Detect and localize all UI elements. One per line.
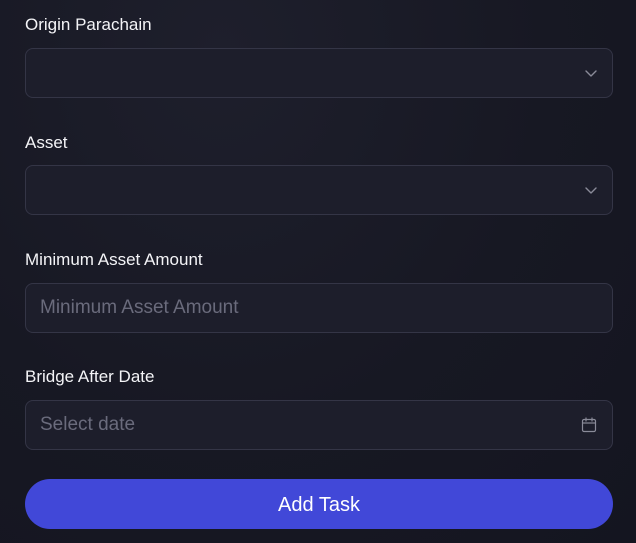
origin-parachain-select[interactable] xyxy=(25,48,613,98)
origin-parachain-label: Origin Parachain xyxy=(25,15,152,34)
minimum-asset-amount-field xyxy=(25,283,613,333)
asset-select[interactable] xyxy=(25,165,613,215)
bridge-after-date-label: Bridge After Date xyxy=(25,367,155,386)
chevron-down-icon xyxy=(585,187,597,194)
calendar-icon xyxy=(581,417,597,433)
date-placeholder: Select date xyxy=(40,414,136,435)
chevron-down-icon xyxy=(585,70,597,77)
asset-label: Asset xyxy=(25,133,68,152)
minimum-asset-amount-input[interactable] xyxy=(40,284,598,332)
add-task-button[interactable]: Add Task xyxy=(25,479,613,529)
bridge-after-date-picker[interactable]: Select date xyxy=(25,400,613,450)
minimum-asset-amount-label: Minimum Asset Amount xyxy=(25,250,203,269)
